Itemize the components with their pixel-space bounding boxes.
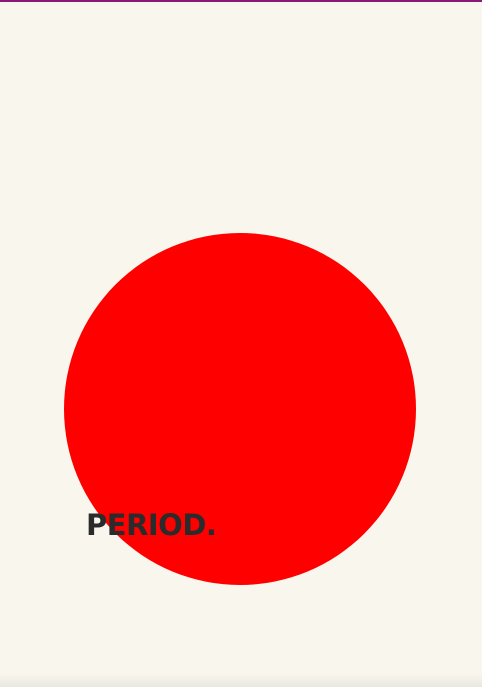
poster-word: PERIOD.	[86, 508, 217, 542]
top-accent-bar	[0, 0, 482, 2]
bottom-shade	[0, 673, 482, 687]
poster-page: PERIOD.	[0, 0, 482, 687]
